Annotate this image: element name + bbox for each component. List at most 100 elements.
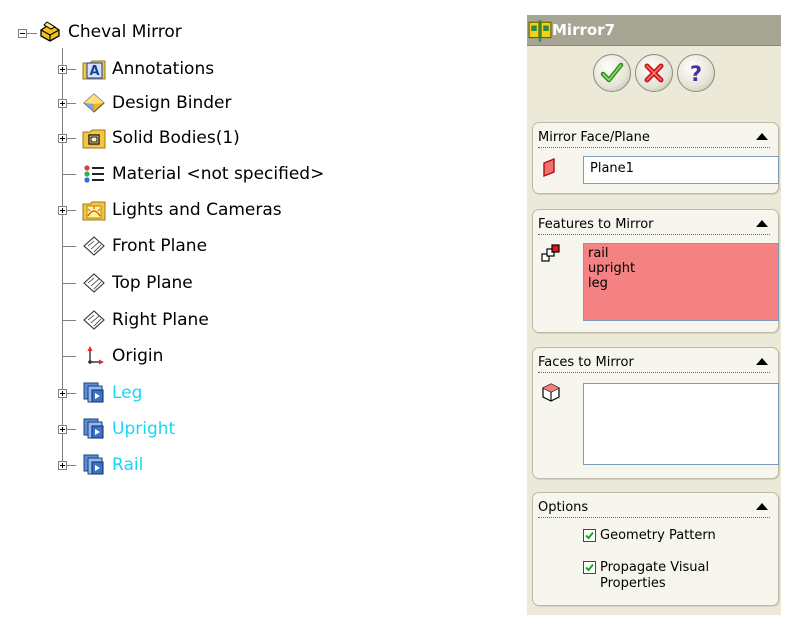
plane-icon <box>82 234 106 258</box>
options-group: Options Geometry Pattern Propagate Visua… <box>532 492 779 606</box>
mirror-feature-icon <box>528 19 552 42</box>
collapse-arrow-icon[interactable] <box>756 358 768 365</box>
property-manager-title-bar: Mirror7 <box>527 15 781 46</box>
tree-root-connector <box>27 33 37 34</box>
action-buttons: ? <box>527 48 781 98</box>
design-binder-expand-toggle[interactable] <box>58 99 67 108</box>
lights-cameras-icon <box>82 198 106 222</box>
list-item[interactable]: rail <box>588 246 774 261</box>
face-selection-icon <box>540 381 562 403</box>
tree-item-annotations[interactable]: A Annotations <box>82 54 214 84</box>
tree-item-material[interactable]: Material <not specified> <box>82 159 324 189</box>
propagate-visual-label-line1: Propagate Visual <box>600 560 710 575</box>
mirror-face-plane-group: Mirror Face/Plane Plane1 <box>532 122 779 194</box>
material-icon <box>82 162 106 186</box>
tree-item-label: Leg <box>112 383 143 403</box>
annotations-expand-toggle[interactable] <box>58 65 67 74</box>
plane-icon <box>82 308 106 332</box>
tree-item-label: Annotations <box>112 59 215 79</box>
tree-item-solid-bodies[interactable]: Solid Bodies(1) <box>82 123 240 153</box>
cancel-button[interactable] <box>635 54 673 92</box>
plane-selection-icon <box>540 156 562 178</box>
propagate-visual-label: Propagate Visual Properties <box>600 560 709 592</box>
faces-to-mirror-header[interactable]: Faces to Mirror <box>538 352 770 373</box>
feature-icon <box>82 453 106 477</box>
ok-check-icon <box>600 62 624 83</box>
design-binder-icon <box>82 91 106 115</box>
property-manager-panel: Mirror7 ? Mirror Face/Plane Plane1 Featu… <box>527 15 781 615</box>
collapse-arrow-icon[interactable] <box>756 220 768 227</box>
tree-item-front-plane[interactable]: Front Plane <box>82 231 207 261</box>
features-to-mirror-list[interactable]: rail upright leg <box>583 243 779 321</box>
help-question-icon: ? <box>690 62 702 86</box>
annotations-icon: A <box>82 57 106 81</box>
propagate-visual-checkbox[interactable] <box>583 561 596 574</box>
upright-expand-toggle[interactable] <box>58 425 67 434</box>
feature-icon <box>82 417 106 441</box>
group-header-label: Mirror Face/Plane <box>538 129 650 145</box>
tree-item-leg[interactable]: Leg <box>82 378 142 408</box>
plane-icon <box>82 271 106 295</box>
ok-button[interactable] <box>593 54 631 92</box>
group-header-label: Options <box>538 499 589 515</box>
list-item[interactable]: leg <box>588 276 774 291</box>
cancel-x-icon <box>644 63 664 83</box>
geometry-pattern-label: Geometry Pattern <box>600 528 716 543</box>
tree-item-rail[interactable]: Rail <box>82 450 143 480</box>
features-selection-icon <box>540 243 562 265</box>
tree-branch-line <box>62 283 76 284</box>
group-header-label: Faces to Mirror <box>538 354 634 370</box>
propagate-visual-label-line2: Properties <box>600 576 666 591</box>
solid-bodies-folder-icon <box>82 126 106 150</box>
geometry-pattern-checkbox[interactable] <box>583 529 596 542</box>
svg-text:?: ? <box>690 62 702 86</box>
collapse-arrow-icon[interactable] <box>756 133 768 140</box>
collapse-arrow-icon[interactable] <box>756 503 768 510</box>
tree-branch-line <box>62 356 76 357</box>
tree-branch-line <box>62 246 76 247</box>
leg-expand-toggle[interactable] <box>58 389 67 398</box>
part-icon <box>38 20 62 44</box>
tree-item-label: Lights and Cameras <box>112 200 282 220</box>
features-to-mirror-header[interactable]: Features to Mirror <box>538 214 770 235</box>
tree-item-label: Material <not specified> <box>112 164 325 184</box>
tree-item-lights-cameras[interactable]: Lights and Cameras <box>82 195 282 225</box>
rail-expand-toggle[interactable] <box>58 461 67 470</box>
tree-item-label: Rail <box>112 455 144 475</box>
feature-manager-tree: Cheval Mirror A Annotations Design Binde… <box>0 0 380 480</box>
tree-item-label: Upright <box>112 419 176 439</box>
list-item[interactable]: upright <box>588 261 774 276</box>
tree-branch-line <box>62 174 76 175</box>
tree-item-label: Solid Bodies(1) <box>112 128 240 148</box>
mirror-plane-field[interactable]: Plane1 <box>583 156 779 184</box>
lights-cameras-expand-toggle[interactable] <box>58 206 67 215</box>
faces-to-mirror-list[interactable] <box>583 383 779 465</box>
tree-item-label: Front Plane <box>112 236 208 256</box>
checkmark-icon <box>585 531 594 540</box>
tree-item-upright[interactable]: Upright <box>82 414 175 444</box>
options-header[interactable]: Options <box>538 497 770 518</box>
root-collapse-toggle[interactable] <box>18 29 27 38</box>
tree-vertical-line <box>62 48 63 468</box>
tree-item-right-plane[interactable]: Right Plane <box>82 305 209 335</box>
solid-bodies-expand-toggle[interactable] <box>58 134 67 143</box>
tree-item-label: Right Plane <box>112 310 209 330</box>
tree-root-label: Cheval Mirror <box>68 22 182 42</box>
mirror-face-plane-header[interactable]: Mirror Face/Plane <box>538 127 770 148</box>
tree-item-design-binder[interactable]: Design Binder <box>82 88 232 118</box>
tree-item-label: Top Plane <box>112 273 193 293</box>
tree-root[interactable]: Cheval Mirror <box>38 17 182 47</box>
feature-icon <box>82 381 106 405</box>
tree-branch-line <box>62 320 76 321</box>
svg-text:A: A <box>89 64 99 79</box>
tree-item-label: Design Binder <box>112 93 232 113</box>
tree-item-label: Origin <box>112 346 164 366</box>
help-button[interactable]: ? <box>677 54 715 92</box>
features-to-mirror-group: Features to Mirror rail upright leg <box>532 209 779 333</box>
faces-to-mirror-group: Faces to Mirror <box>532 347 779 479</box>
tree-item-origin[interactable]: Origin <box>82 341 163 371</box>
origin-icon <box>82 344 106 368</box>
geometry-pattern-option[interactable]: Geometry Pattern <box>583 528 716 544</box>
propagate-visual-option[interactable]: Propagate Visual Properties <box>583 560 709 592</box>
tree-item-top-plane[interactable]: Top Plane <box>82 268 193 298</box>
